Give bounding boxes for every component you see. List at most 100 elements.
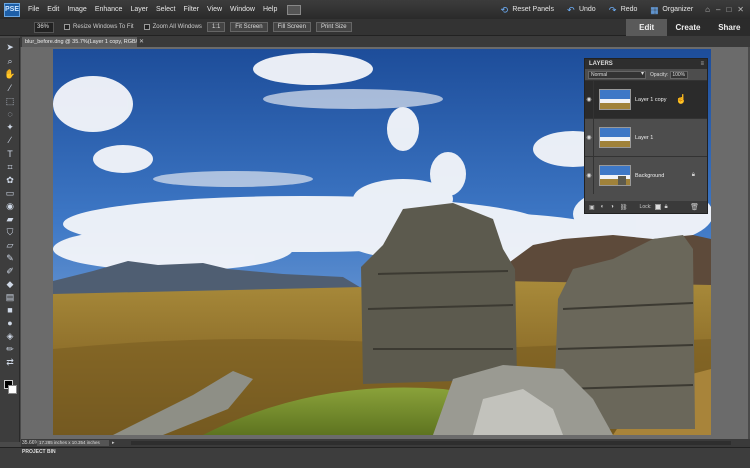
undo-label: Undo: [578, 6, 596, 13]
link-layers-icon[interactable]: ⛓: [620, 204, 628, 211]
gradient-tool-icon[interactable]: ▤: [4, 291, 16, 303]
workspace-layout-icon[interactable]: [287, 4, 302, 15]
visibility-eye-icon[interactable]: ◉: [585, 81, 594, 118]
canvas-area[interactable]: LAYERS ≡ Normal Opacity: 100% ◉ Layer 1 …: [21, 47, 748, 439]
eyedropper-tool-icon[interactable]: ⁄: [4, 82, 16, 94]
document-tab[interactable]: blur_before.dng @ 35.7%(Layer 1 copy, RG…: [22, 37, 137, 47]
color-swap-icon[interactable]: ⇄: [4, 356, 16, 368]
marquee-tool-icon[interactable]: ⬚: [4, 95, 16, 107]
close-document-icon[interactable]: ✕: [139, 37, 144, 47]
layer-row-layer-1-copy[interactable]: ◉ Layer 1 copy ☝: [585, 80, 707, 118]
redo-label: Redo: [620, 6, 638, 13]
sponge-tool-icon[interactable]: ◈: [4, 330, 16, 342]
maximize-icon[interactable]: □: [726, 5, 731, 14]
menu-help[interactable]: Help: [259, 6, 281, 13]
zoom-all-windows-checkbox[interactable]: Zoom All Windows: [143, 24, 202, 30]
tab-edit[interactable]: Edit: [626, 19, 668, 36]
new-layer-icon[interactable]: ▣: [589, 204, 595, 211]
new-adjustment-layer-icon[interactable]: ◐: [601, 204, 605, 210]
background-color-swatch[interactable]: [8, 385, 17, 394]
blend-mode-select[interactable]: Normal: [588, 70, 646, 79]
smart-brush-tool-icon[interactable]: ✐: [4, 265, 16, 277]
reset-panels-button[interactable]: ⟲ Reset Panels: [499, 5, 554, 15]
straighten-tool-icon[interactable]: ▭: [4, 187, 16, 199]
resize-windows-label: Resize Windows To Fit: [73, 24, 134, 30]
type-tool-icon[interactable]: T: [4, 148, 16, 160]
blur-tool-icon[interactable]: ●: [4, 317, 16, 329]
photoshop-elements-window: PSE File Edit Image Enhance Layer Select…: [0, 0, 750, 468]
project-bin-label[interactable]: PROJECT BIN: [22, 449, 56, 455]
menu-enhance[interactable]: Enhance: [91, 6, 127, 13]
layers-panel: LAYERS ≡ Normal Opacity: 100% ◉ Layer 1 …: [584, 58, 708, 214]
organizer-icon: ▦: [650, 4, 659, 15]
selection-brush-tool-icon[interactable]: ∕: [4, 134, 16, 146]
resize-windows-checkbox[interactable]: Resize Windows To Fit: [64, 24, 134, 30]
fill-screen-button[interactable]: Fill Screen: [272, 22, 311, 32]
layer-name: Layer 1 copy: [635, 96, 667, 103]
menu-layer[interactable]: Layer: [126, 6, 152, 13]
redo-button[interactable]: ↷ Redo: [608, 5, 638, 15]
brush-tool-icon[interactable]: ✎: [4, 252, 16, 264]
layer-mask-icon[interactable]: ◑: [610, 204, 614, 210]
layer-name: Background: [635, 172, 665, 179]
visibility-eye-icon[interactable]: ◉: [585, 119, 594, 156]
lock-transparent-icon[interactable]: [654, 204, 661, 210]
lock-label: Lock:: [639, 204, 652, 210]
clone-stamp-tool-icon[interactable]: ⛉: [4, 226, 16, 238]
layer-row-layer-1[interactable]: ◉ Layer 1: [585, 118, 707, 156]
status-menu-arrow-icon[interactable]: ▸: [112, 440, 115, 446]
redo-icon: ↷: [608, 4, 617, 15]
menu-filter[interactable]: Filter: [179, 6, 203, 13]
actual-pixels-button[interactable]: 1:1: [206, 22, 226, 32]
opacity-input[interactable]: 100%: [670, 70, 689, 79]
horizontal-scrollbar[interactable]: [131, 441, 731, 445]
lasso-tool-icon[interactable]: ◌: [4, 108, 16, 120]
mode-tabs: Edit Create Share: [626, 19, 750, 36]
layers-panel-footer: ▣ ◐ ◑ ⛓ Lock: 🔒︎ 🗑︎: [585, 201, 707, 213]
eraser-tool-icon[interactable]: ▱: [4, 239, 16, 251]
visibility-eye-icon[interactable]: ◉: [585, 157, 594, 194]
layer-thumbnail: [599, 165, 631, 186]
red-eye-tool-icon[interactable]: ◉: [4, 200, 16, 212]
zoom-all-windows-label: Zoom All Windows: [152, 24, 202, 30]
shape-tool-icon[interactable]: ■: [4, 304, 16, 316]
panel-menu-icon[interactable]: ≡: [700, 59, 704, 69]
document-tab-bar: blur_before.dng @ 35.7%(Layer 1 copy, RG…: [20, 36, 750, 47]
layer-thumbnail: [599, 127, 631, 148]
hand-tool-icon[interactable]: ✋: [4, 68, 16, 80]
close-icon[interactable]: ✕: [737, 5, 744, 14]
minimize-icon[interactable]: –: [716, 5, 720, 14]
print-size-button[interactable]: Print Size: [315, 22, 352, 32]
undo-button[interactable]: ↶ Undo: [566, 5, 596, 15]
menu-select[interactable]: Select: [152, 6, 179, 13]
hand-cursor-icon: ☝: [675, 94, 687, 104]
move-tool-icon[interactable]: ➤: [4, 41, 16, 53]
cookie-cutter-tool-icon[interactable]: ✿: [4, 174, 16, 186]
zoom-tool-icon[interactable]: ⌕: [4, 55, 16, 67]
lock-icon: 🔒︎: [691, 172, 695, 178]
paint-bucket-tool-icon[interactable]: ◆: [4, 278, 16, 290]
healing-brush-tool-icon[interactable]: ▰: [4, 213, 16, 225]
magic-wand-tool-icon[interactable]: ✦: [4, 121, 16, 133]
organizer-button[interactable]: ▦ Organizer: [649, 5, 693, 15]
reset-panels-icon: ⟲: [500, 4, 509, 15]
menu-bar: PSE File Edit Image Enhance Layer Select…: [0, 0, 750, 19]
opacity-label: Opacity:: [650, 71, 669, 78]
menu-edit[interactable]: Edit: [43, 6, 63, 13]
home-icon[interactable]: ⌂: [705, 5, 710, 14]
menu-view[interactable]: View: [203, 6, 226, 13]
delete-layer-icon[interactable]: 🗑︎: [690, 203, 699, 211]
fit-screen-button[interactable]: Fit Screen: [230, 22, 268, 32]
menu-file[interactable]: File: [24, 6, 43, 13]
menu-image[interactable]: Image: [63, 6, 90, 13]
reset-panels-label: Reset Panels: [512, 6, 554, 13]
pencil-tool-icon[interactable]: ✏: [4, 343, 16, 355]
crop-tool-icon[interactable]: ⌗: [4, 161, 16, 173]
toolbox: ➤ ⌕ ✋ ⁄ ⬚ ◌ ✦ ∕ T ⌗ ✿ ▭ ◉ ▰ ⛉ ▱ ✎ ✐ ◆ ▤ …: [0, 38, 20, 442]
tab-share[interactable]: Share: [708, 19, 750, 36]
tab-create[interactable]: Create: [667, 19, 709, 36]
zoom-input[interactable]: 36%: [34, 21, 54, 33]
menu-window[interactable]: Window: [226, 6, 259, 13]
lock-all-icon[interactable]: 🔒︎: [665, 204, 668, 211]
layer-row-background[interactable]: ◉ Background 🔒︎: [585, 156, 707, 194]
